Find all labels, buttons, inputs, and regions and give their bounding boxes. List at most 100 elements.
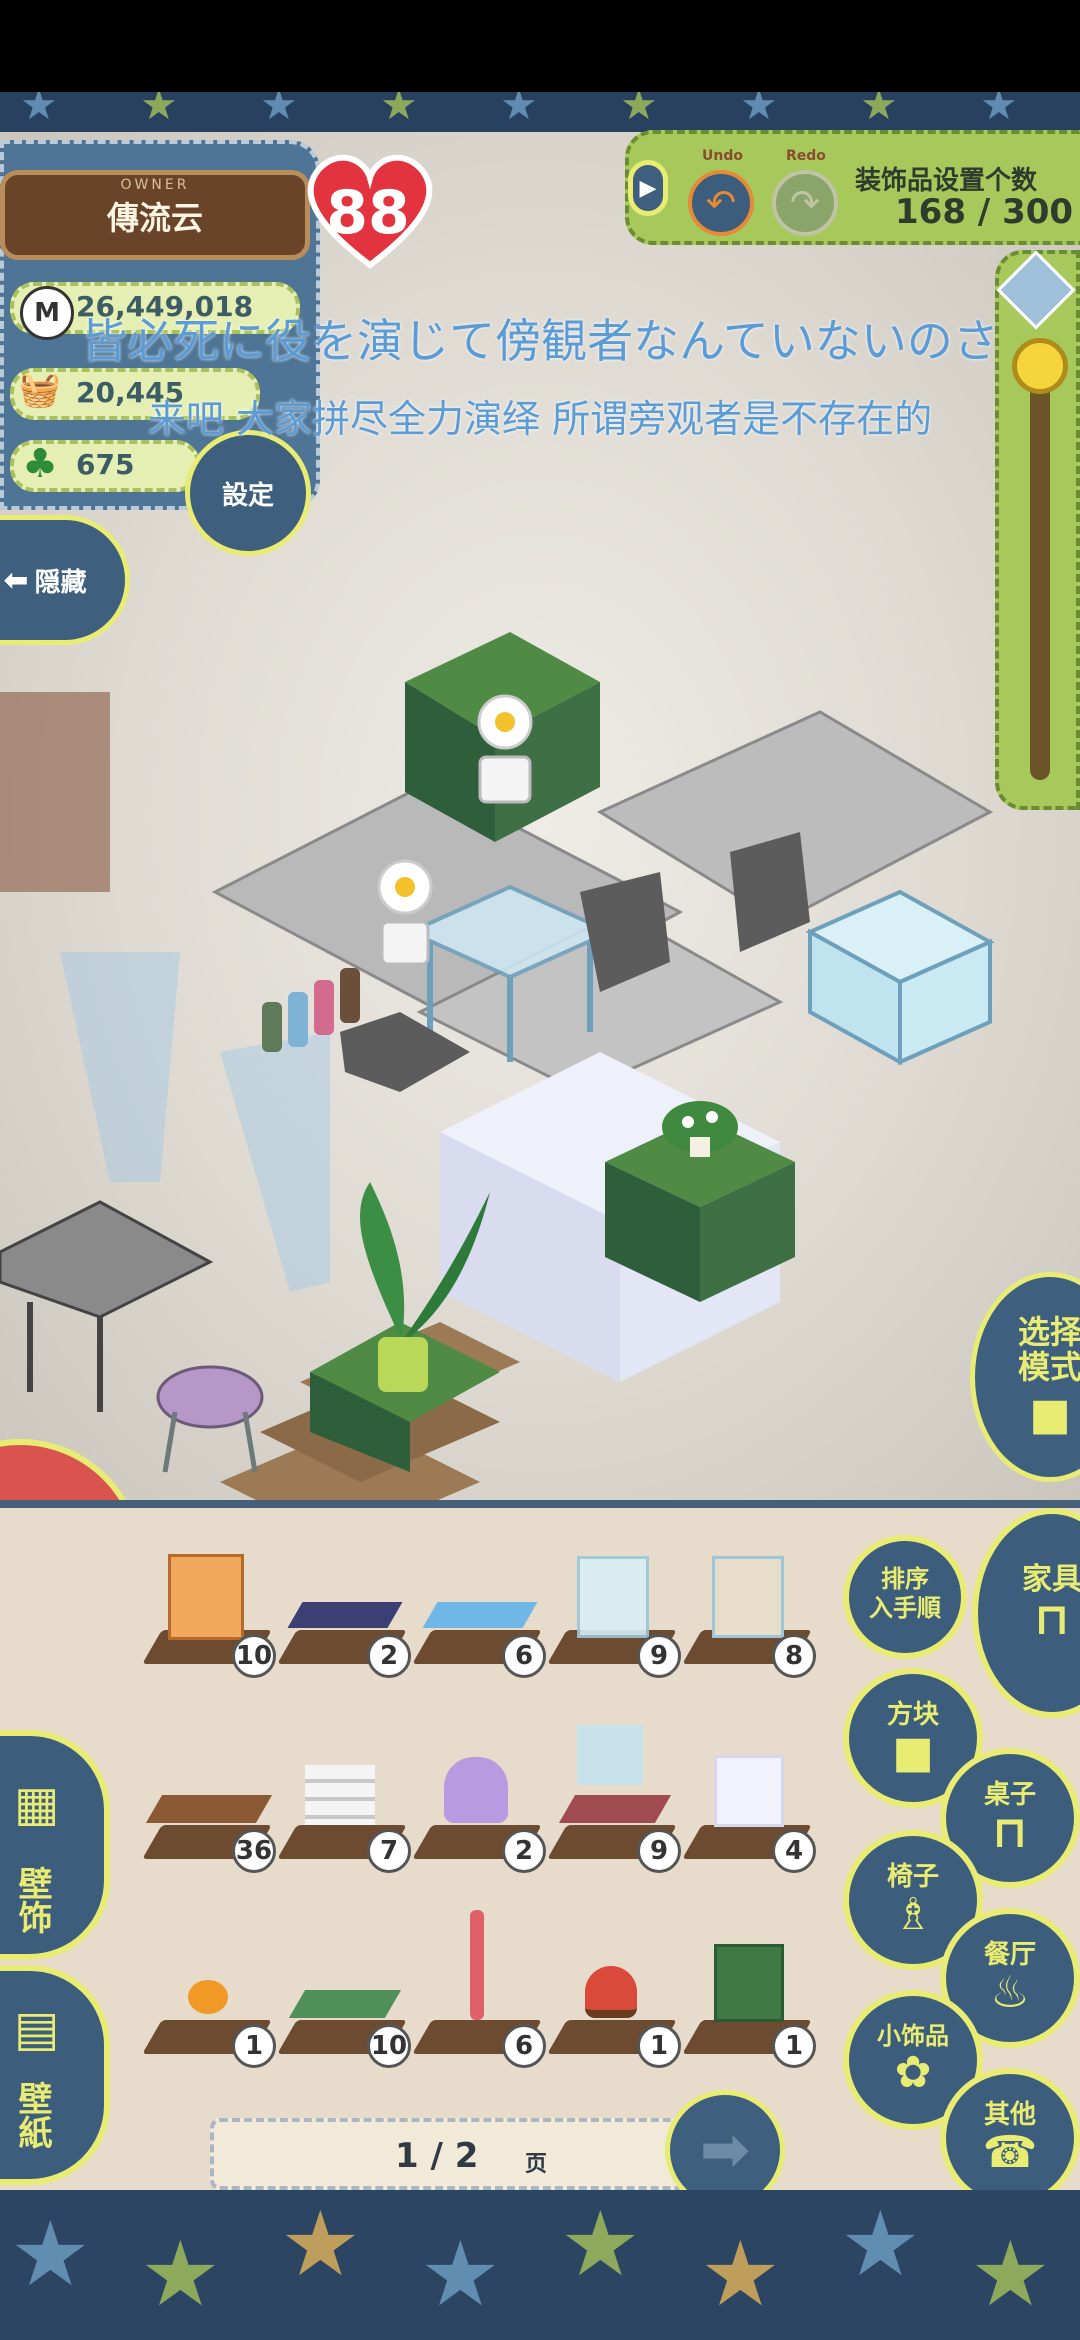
clover-icon: ♣ — [22, 441, 58, 487]
settings-label: 設定 — [221, 480, 274, 511]
wallpaper-label: 壁紙 — [12, 2081, 52, 2149]
table-icon: ⊓ — [992, 1807, 1028, 1858]
sort-label: 排序 入手順 — [869, 1565, 941, 1622]
settings-button[interactable]: 設定 — [185, 430, 311, 556]
cube-icon: ■ — [1029, 1388, 1071, 1440]
arrow-right-icon: ➡ — [699, 2115, 751, 2185]
stairs-icon — [305, 1765, 375, 1825]
inventory-slot-red-pole[interactable]: 6 — [410, 1910, 550, 2070]
inventory-slot-display-case[interactable]: 8 — [680, 1540, 820, 1680]
owner-name: 傳流云 — [106, 199, 203, 237]
star-decoration: ★ — [140, 2222, 221, 2327]
cake-icon — [444, 1757, 508, 1823]
other-category-button[interactable]: 其他 ☎ — [940, 2068, 1080, 2208]
status-bar — [0, 0, 1080, 92]
star-decoration: ★ — [280, 2192, 361, 2297]
other-label: 其他 — [983, 2100, 1036, 2130]
dark-panel-icon — [287, 1602, 403, 1628]
player-level: 88 — [326, 178, 410, 248]
page-number: 1 / 2 — [395, 2136, 479, 2176]
glass-case-icon — [577, 1556, 649, 1638]
inventory-slot-cake[interactable]: 2 — [410, 1735, 550, 1875]
page-unit: 页 — [525, 2152, 548, 2177]
sort-button[interactable]: 排序 入手順 — [843, 1535, 967, 1659]
top-star-border: ★ ★ ★ ★ ★ ★ ★ ★ ★ — [0, 92, 1080, 132]
undo-label: Undo — [702, 148, 743, 164]
clover-stat: ♣ 675 — [10, 440, 200, 492]
item-count: 9 — [637, 1634, 681, 1678]
star-decoration: ★ — [970, 2222, 1051, 2327]
star-decoration: ★ — [380, 92, 418, 129]
inventory-slot-glass-case[interactable]: 9 — [545, 1540, 685, 1680]
display-case-icon — [712, 1556, 784, 1638]
table-icon: ⊓ — [1034, 1594, 1070, 1645]
star-decoration: ★ — [620, 92, 658, 129]
undo-button[interactable]: ↶ — [688, 170, 754, 236]
brick-tile-icon — [558, 1795, 672, 1823]
bottom-star-border: ★ ★ ★ ★ ★ ★ ★ ★ — [0, 2190, 1080, 2340]
chair-label: 椅子 — [886, 1862, 939, 1892]
orange-block-icon — [168, 1554, 244, 1640]
inventory-slot-blue-panel[interactable]: 6 — [410, 1540, 550, 1680]
star-decoration: ★ — [860, 92, 898, 129]
star-decoration: ★ — [10, 2202, 91, 2307]
inventory-slot-white-stairs[interactable]: 7 — [275, 1735, 415, 1875]
table-label: 桌子 — [983, 1780, 1036, 1810]
blue-panel-icon — [422, 1602, 538, 1628]
wallpaper-icon: ▤ — [14, 2001, 60, 2057]
moss-block-icon — [714, 1944, 784, 2022]
inventory-slot-green-tile[interactable]: 10 — [275, 1930, 415, 2070]
inventory-slot-pudding[interactable]: 1 — [140, 1930, 280, 2070]
item-count: 8 — [772, 1634, 816, 1678]
owner-nameplate: OWNER 傳流云 — [0, 170, 310, 260]
item-count: 7 — [367, 1829, 411, 1873]
redo-label: Redo — [786, 148, 826, 164]
inventory-slot-burger[interactable]: 1 — [545, 1930, 685, 2070]
pole-icon — [470, 1910, 484, 2020]
select-mode-label: 选择 模式 — [1017, 1312, 1080, 1386]
window-icon: ▦ — [14, 1776, 60, 1832]
hide-label: 隠藏 — [34, 567, 87, 598]
furniture-label: 家具 — [1022, 1562, 1080, 1597]
hide-button[interactable]: ⬅ 隠藏 — [0, 515, 130, 645]
restaurant-label: 餐厅 — [983, 1940, 1036, 1970]
inventory-slot-moss-block[interactable]: 1 — [680, 1930, 820, 2070]
misc-items-icon: ☎ — [982, 2127, 1038, 2178]
star-decoration: ★ — [740, 92, 778, 129]
redo-button[interactable]: ↷ — [772, 170, 838, 236]
item-count: 36 — [232, 1829, 276, 1873]
wood-plank-icon — [145, 1795, 273, 1823]
chevron-right-icon: ▶ — [639, 175, 657, 201]
undo-icon: ↶ — [705, 182, 737, 224]
inventory-slot-dark-panel[interactable]: 2 — [275, 1540, 415, 1680]
star-decoration: ★ — [980, 92, 1018, 129]
inventory-slot-orange-block[interactable]: 10 — [140, 1540, 280, 1680]
wallpaper-button[interactable]: ▤ 壁紙 — [0, 1965, 110, 2185]
item-count: 6 — [502, 2024, 546, 2068]
item-count: 2 — [502, 1829, 546, 1873]
burger-icon — [585, 1966, 637, 2018]
star-decoration: ★ — [700, 2222, 781, 2327]
wall-deco-button[interactable]: ▦ 壁饰 — [0, 1730, 110, 1960]
inventory-slot-ice-block[interactable]: 4 — [680, 1735, 820, 1875]
ice-block-icon — [714, 1755, 784, 1827]
inventory-slot-wood-plank[interactable]: 36 — [140, 1735, 280, 1875]
star-decoration: ★ — [560, 2192, 641, 2297]
chef-hat-icon: ♨ — [990, 1967, 1030, 2018]
wall-deco-label: 壁饰 — [12, 1866, 52, 1934]
decoration-count-value: 168 / 300 — [895, 192, 1074, 232]
pudding-icon — [188, 1980, 228, 2014]
item-count: 4 — [772, 1829, 816, 1873]
owner-label: OWNER — [120, 177, 190, 193]
zoom-slider-track[interactable] — [1030, 380, 1050, 780]
green-tile-icon — [288, 1990, 402, 2018]
star-decoration: ★ — [500, 92, 538, 129]
inventory-slot-brick-tile[interactable]: 9 — [545, 1725, 685, 1875]
game-screen: ★ ★ ★ ★ ★ ★ ★ ★ ★ OWNER 傳流云 88 M 26,449,… — [0, 0, 1080, 2340]
item-count: 1 — [637, 2024, 681, 2068]
zoom-slider-handle[interactable] — [1012, 338, 1068, 394]
item-count: 10 — [232, 1634, 276, 1678]
expand-toolbar-button[interactable]: ▶ — [628, 160, 668, 216]
star-decoration: ★ — [140, 92, 178, 129]
small-deco-label: 小饰品 — [877, 2022, 949, 2050]
